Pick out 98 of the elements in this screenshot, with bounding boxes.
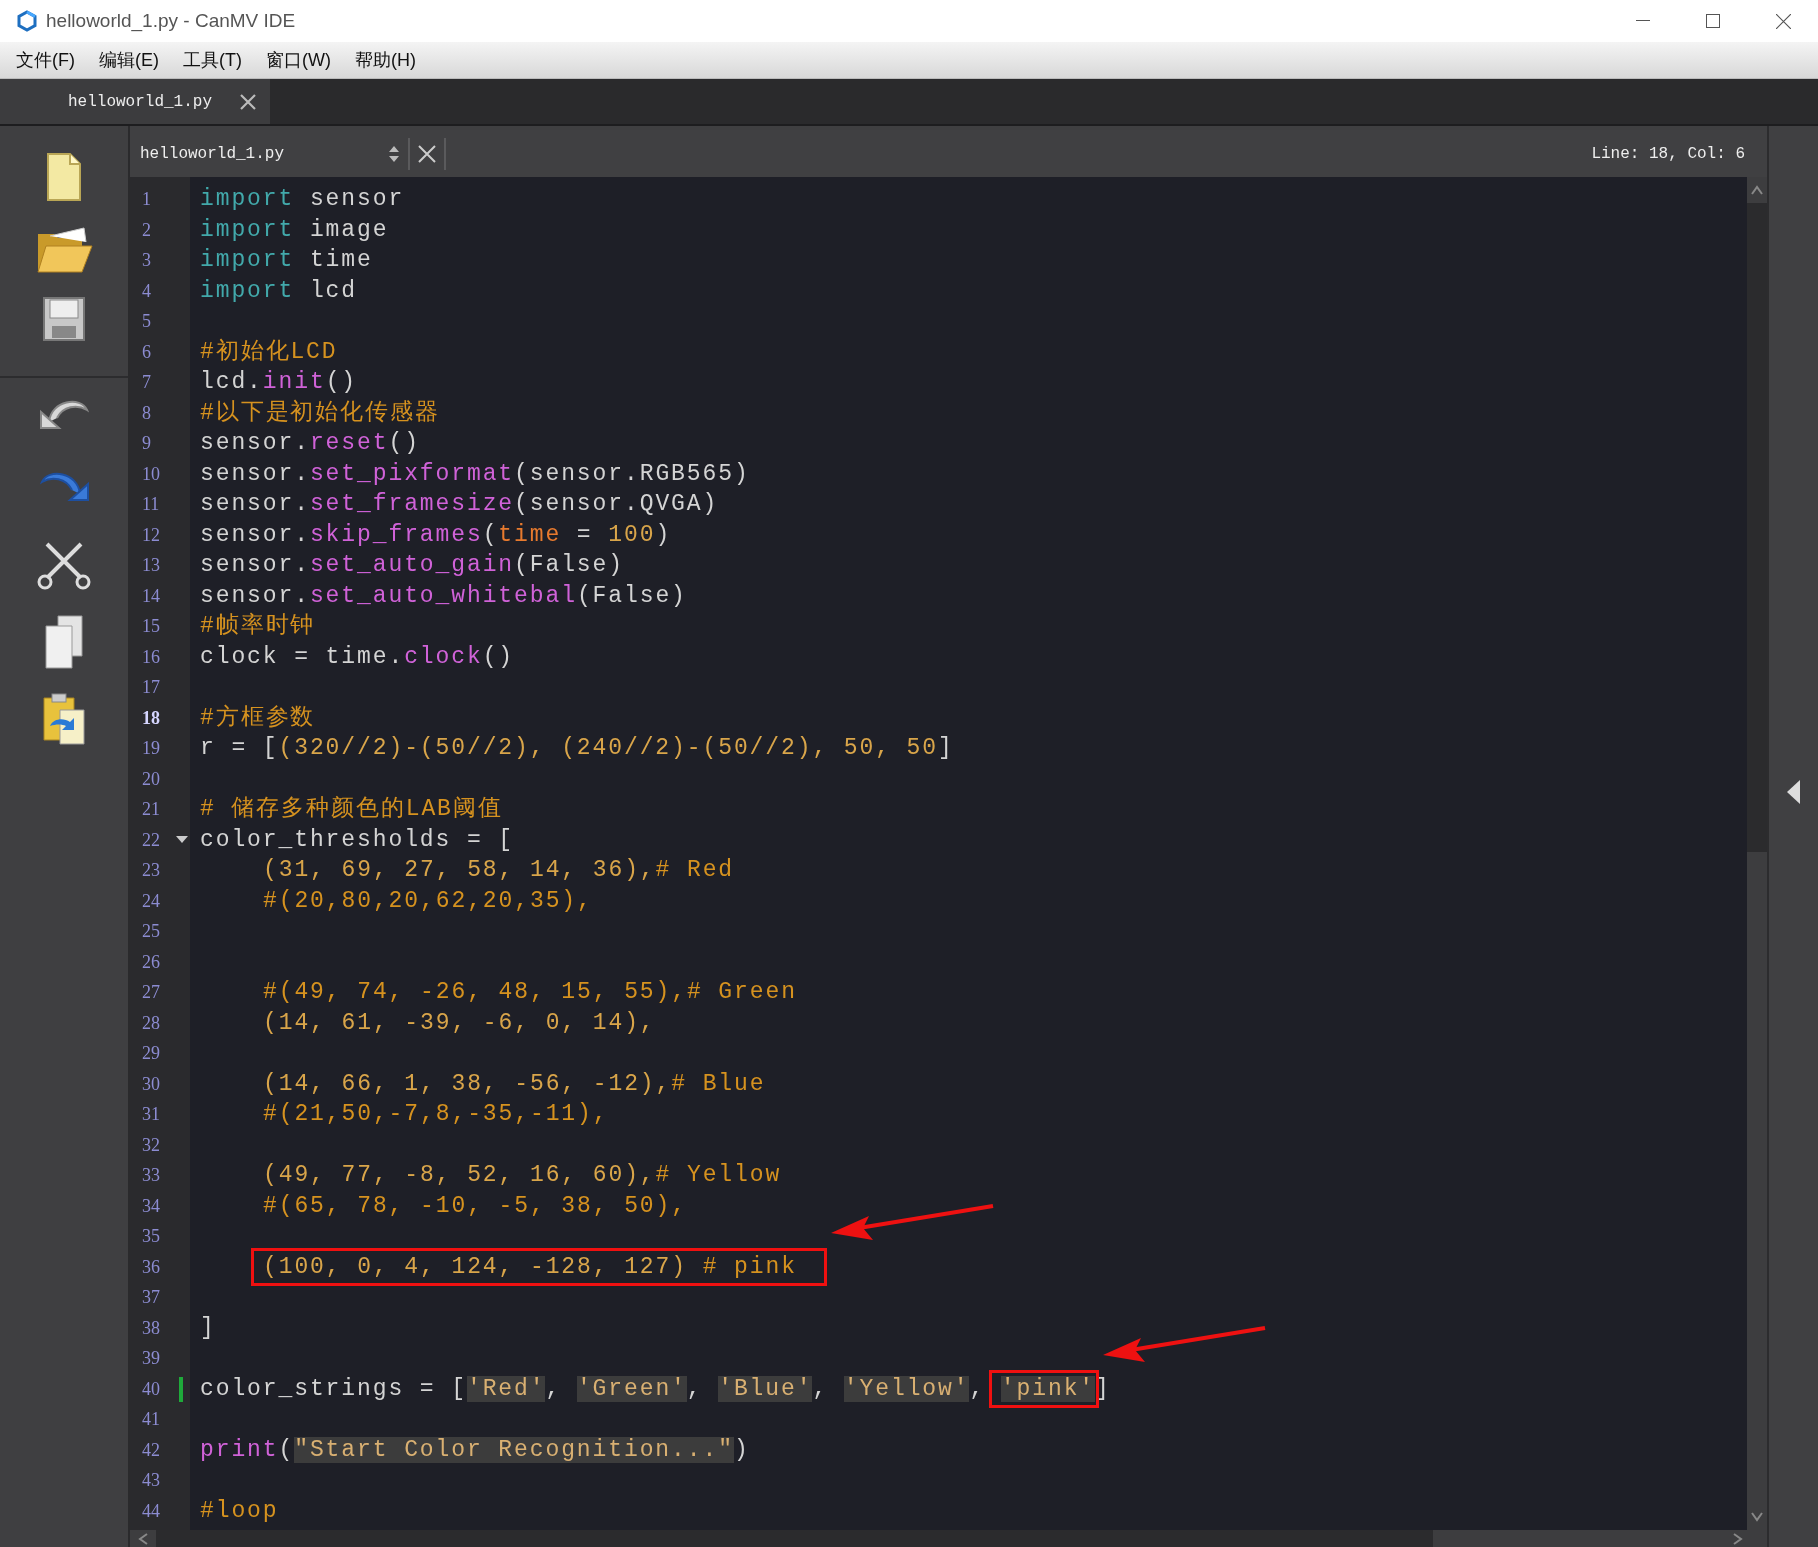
code-line: #(20,80,20,62,20,35),	[262, 886, 594, 916]
line-number: 4	[142, 280, 151, 301]
line-number: 17	[142, 677, 160, 697]
maximize-icon[interactable]	[1706, 14, 1720, 28]
line-number: 19	[142, 738, 160, 758]
code-line: r = [(320//2)-(50//2), (240//2)-(50//2), 50, 50]	[199, 734, 955, 763]
code-line: #(21,50,-7,8,-35,-11),	[262, 1100, 610, 1129]
line-number: 11	[142, 494, 160, 514]
line-number: 35	[142, 1226, 160, 1246]
line-number: 39	[142, 1348, 160, 1368]
minimize-icon[interactable]	[1636, 20, 1650, 22]
line-number: 23	[142, 860, 160, 880]
line-number: 31	[142, 1104, 160, 1124]
menu-item[interactable]: 工具(T)	[171, 46, 254, 74]
menu-item[interactable]: 文件(F)	[4, 46, 87, 74]
code-line: #帧率时钟	[199, 612, 317, 641]
code-line: (31, 69, 27, 58, 14, 36),# Red	[262, 856, 736, 885]
code-line: clock = time.clock()	[199, 642, 516, 672]
file-tab[interactable]: helloworld_1.py	[0, 79, 270, 124]
line-number: 16	[142, 646, 160, 667]
line-number: 40	[142, 1378, 160, 1399]
code-line: sensor.set_framesize(sensor.QVGA)	[199, 490, 720, 519]
scroll-left-icon[interactable]	[138, 1532, 148, 1545]
line-number: 18	[142, 707, 160, 728]
line-number: 34	[142, 1195, 160, 1216]
line-number: 5	[142, 311, 151, 331]
file-dropdown[interactable]: helloworld_1.py	[130, 130, 400, 177]
window-title: helloworld_1.py - CanMV IDE	[46, 8, 296, 34]
line-number: 41	[142, 1409, 160, 1429]
app-logo-icon	[16, 10, 38, 32]
code-line: (14, 66, 1, 38, -56, -12),# Blue	[262, 1069, 767, 1099]
code-line: import sensor	[199, 185, 406, 214]
code-line: #(49, 74, -26, 48, 15, 55),# Green	[262, 978, 798, 1007]
line-number: 38	[142, 1317, 160, 1338]
line-number: 3	[142, 250, 151, 270]
line-number: 28	[142, 1012, 160, 1033]
line-number: 30	[142, 1073, 160, 1094]
scissors-icon[interactable]	[37, 540, 91, 590]
code-line: #方框参数	[199, 703, 317, 733]
code-line: #(65, 78, -10, -5, 38, 50),	[262, 1191, 688, 1221]
line-number: 20	[142, 768, 160, 789]
line-number: 37	[142, 1287, 160, 1307]
line-number: 1	[142, 189, 151, 209]
line-number: 9	[142, 433, 151, 453]
code-line: #初始化LCD	[199, 337, 339, 367]
code-line: sensor.skip_frames(time = 100)	[199, 520, 673, 550]
line-number: 10	[142, 463, 160, 484]
code-line: (14, 61, -39, -6, 0, 14),	[262, 1008, 657, 1038]
line-number: 14	[142, 585, 160, 606]
line-number: 26	[142, 951, 160, 972]
code-line: color_thresholds = [	[199, 825, 516, 855]
line-number: 36	[142, 1256, 160, 1277]
menu-item[interactable]: 帮助(H)	[342, 46, 428, 74]
code-line: #以下是初始化传感器	[199, 398, 441, 428]
line-number: 33	[142, 1165, 160, 1185]
line-number: 21	[142, 799, 160, 819]
line-number: 13	[142, 555, 160, 575]
code-line: ]	[199, 1313, 217, 1343]
close-icon[interactable]	[1775, 13, 1791, 29]
code-line: import lcd	[199, 276, 359, 306]
line-number: 44	[142, 1500, 160, 1521]
close-icon[interactable]	[240, 93, 257, 110]
code-line: sensor.set_pixformat(sensor.RGB565)	[199, 459, 751, 489]
line-number: 8	[142, 402, 151, 423]
line-number: 25	[142, 921, 160, 941]
line-number: 29	[142, 1043, 160, 1063]
menu-item[interactable]: 编辑(E)	[87, 46, 171, 74]
cursor-position: Line: 18, Col: 6	[1591, 143, 1746, 165]
code-line: # 储存多种颜色的LAB阈值	[199, 795, 504, 824]
line-number: 15	[142, 616, 160, 636]
code-line: #loop	[199, 1496, 280, 1526]
paste-icon[interactable]	[40, 690, 88, 746]
expand-panel-icon[interactable]	[1786, 779, 1801, 804]
menu-item[interactable]: 窗口(W)	[253, 46, 343, 74]
scroll-down-icon[interactable]	[1751, 1512, 1763, 1522]
line-number: 7	[142, 372, 151, 392]
code-line: sensor.reset()	[199, 429, 421, 458]
line-number: 43	[142, 1470, 160, 1490]
line-number: 12	[142, 524, 160, 545]
line-number: 24	[142, 890, 160, 911]
code-line: import time	[199, 246, 374, 275]
code-line: sensor.set_auto_whitebal(False)	[199, 581, 688, 611]
line-number: 42	[142, 1439, 160, 1460]
code-line: sensor.set_auto_gain(False)	[199, 551, 625, 580]
fold-arrow-icon[interactable]	[176, 835, 188, 844]
code-line: (100, 0, 4, 124, -128, 127) # pink	[262, 1252, 798, 1282]
line-number: 27	[142, 982, 160, 1002]
code-line: import image	[199, 215, 390, 245]
code-line: lcd.init()	[199, 368, 359, 397]
scroll-right-icon[interactable]	[1733, 1532, 1743, 1545]
line-number: 6	[142, 341, 151, 362]
line-number: 2	[142, 219, 151, 240]
up-down-arrow-icon	[388, 144, 400, 163]
scroll-up-icon[interactable]	[1751, 185, 1763, 195]
code-line: (49, 77, -8, 52, 16, 60),# Yellow	[262, 1161, 783, 1190]
copy-icon[interactable]	[42, 614, 86, 670]
line-number: 32	[142, 1134, 160, 1155]
line-number: 22	[142, 829, 160, 850]
